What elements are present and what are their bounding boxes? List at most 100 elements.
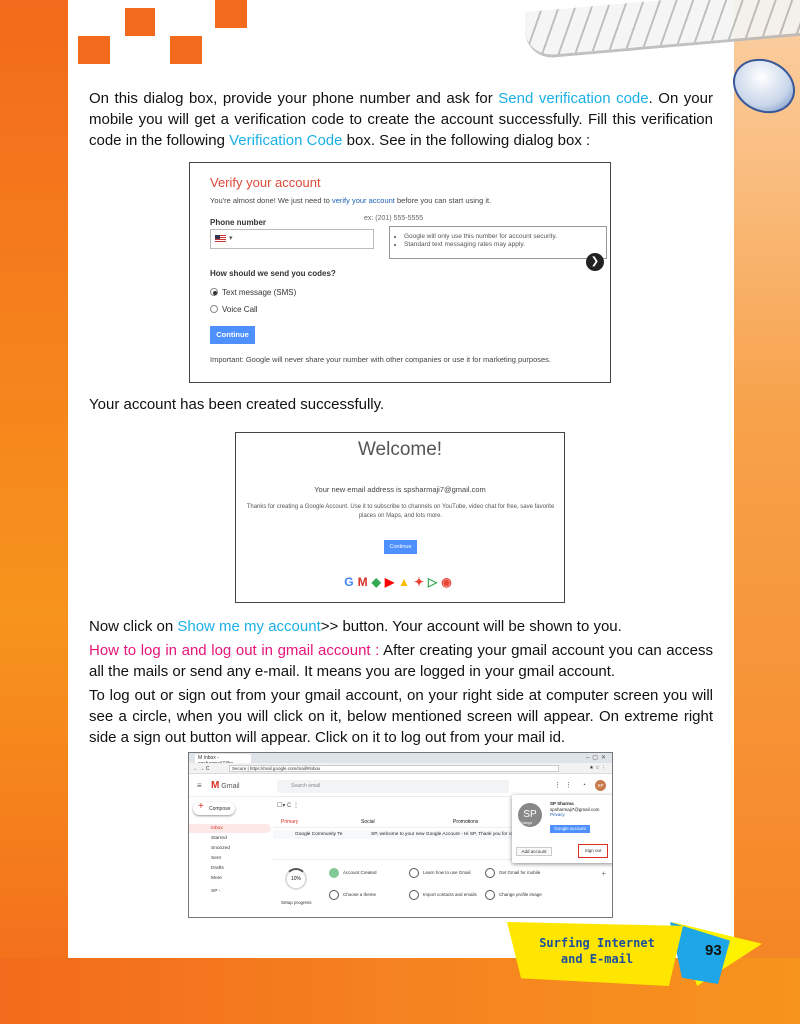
window-controls[interactable]: –▢✕: [586, 754, 609, 761]
show-account-paragraph: Now click on Show me my account>> button…: [89, 616, 713, 637]
phone-tooltip: Google will only use this number for acc…: [389, 226, 607, 259]
tab-primary[interactable]: Primary: [281, 819, 298, 825]
gmail-logo[interactable]: M Gmail: [211, 780, 240, 791]
chapter-title: Surfing Internet and E-mail: [539, 936, 655, 966]
highlight-verification-code: Verification Code: [229, 132, 343, 149]
star-icon[interactable]: ★ ☆ ⋮: [589, 765, 606, 771]
add-account-button[interactable]: Add account: [516, 847, 552, 856]
text: Now click on: [89, 618, 178, 635]
contacts-icon: [409, 890, 419, 900]
tooltip-item: Standard text messaging rates may apply.: [404, 241, 606, 249]
google-icon: G: [344, 575, 358, 589]
gmail-icon: M: [357, 575, 372, 589]
page-number: 93: [705, 942, 722, 959]
setup-progress-label: Setup progress: [281, 900, 312, 905]
select-checkbox-icon[interactable]: ☐▾ C ⋮: [277, 802, 299, 809]
menu-icon[interactable]: ≡: [197, 781, 202, 790]
nav-inbox[interactable]: Inbox: [189, 824, 271, 833]
highlight-show-account: Show me my account: [177, 618, 321, 635]
google-account-button[interactable]: Google account: [550, 825, 590, 833]
verify-account-screenshot: Verify your account You're almost done! …: [189, 162, 611, 383]
setup-item[interactable]: Get Gmail for mobile: [485, 868, 540, 878]
continue-button[interactable]: Continue: [210, 326, 255, 344]
right-orange-border: [734, 0, 800, 1024]
setup-item[interactable]: Account Created: [329, 868, 377, 878]
url-input[interactable]: Secure | https://mail.google.com/mail/#i…: [229, 765, 559, 772]
text: >> button. Your account will be shown to…: [320, 618, 622, 635]
google-apps-icons: GM◆▶▲✦▷◉: [236, 575, 564, 589]
nav-sent[interactable]: Sent: [189, 854, 271, 863]
setup-progress-ring: 10%: [285, 868, 307, 890]
theme-icon: [329, 890, 339, 900]
radio-sms[interactable]: Text message (SMS): [210, 288, 296, 297]
nav-drafts[interactable]: Drafts: [189, 864, 271, 873]
account-created-text: Your account has been created successful…: [89, 396, 385, 413]
plus-icon[interactable]: +: [601, 869, 606, 878]
search-input[interactable]: Search email: [277, 780, 509, 793]
intro-paragraph: On this dialog box, provide your phone n…: [89, 88, 713, 151]
gmail-screenshot: M Inbox - spsharmaji7@g –▢✕ ← → C Secure…: [188, 752, 613, 918]
setup-panel: 10% Setup progress Account Created Learn…: [273, 859, 603, 917]
email-sender: Google Community Te: [295, 832, 343, 837]
user-chip[interactable]: SP -: [189, 887, 271, 896]
nav-snoozed[interactable]: Snoozed: [189, 844, 271, 853]
account-info: SP Sharma spsharmaji7@gmail.com Privacy: [550, 801, 600, 817]
tab-social[interactable]: Social: [361, 819, 375, 825]
chevron-down-icon[interactable]: ▾: [229, 234, 233, 242]
maps-icon: ◆: [371, 575, 385, 589]
avatar[interactable]: SP: [595, 780, 606, 791]
youtube-icon: ▶: [384, 575, 399, 589]
welcome-body: Thanks for creating a Google Account. Us…: [246, 504, 555, 519]
text: box. See in the following dialog box :: [342, 132, 591, 149]
account-popup: SP Change SP Sharma spsharmaji7@gmail.co…: [512, 795, 612, 863]
tab-promotions[interactable]: Promotions: [453, 819, 478, 825]
browser-tab[interactable]: M Inbox - spsharmaji7@g: [195, 754, 251, 767]
login-logout-heading: How to log in and log out in gmail accou…: [89, 642, 380, 659]
verify-link[interactable]: verify your account: [332, 196, 395, 205]
verify-subtitle: You're almost done! We just need to veri…: [210, 196, 492, 205]
privacy-link[interactable]: Privacy: [550, 812, 565, 817]
us-flag-icon[interactable]: [215, 235, 226, 243]
radio-unchecked-icon[interactable]: [210, 305, 218, 313]
apps-icon[interactable]: ⋮⋮ ◔: [554, 781, 590, 789]
highlight-send-code: Send verification code: [498, 90, 649, 107]
setup-item[interactable]: Learn how to use Gmail: [409, 868, 471, 878]
email-subject: SP, welcome to your new Google Account -…: [371, 832, 520, 837]
phone-number-label: Phone number: [210, 218, 267, 227]
check-icon: [329, 868, 339, 878]
text: On this dialog box, provide your phone n…: [89, 90, 499, 107]
radio-checked-icon[interactable]: [210, 288, 218, 296]
privacy-note: Important: Google will never share your …: [210, 355, 551, 364]
setup-item[interactable]: Change profile image: [485, 890, 542, 900]
radio-voice-call[interactable]: Voice Call: [210, 305, 258, 314]
play-icon: ▷: [428, 575, 442, 589]
setup-item[interactable]: Import contacts and emails: [409, 890, 477, 900]
nav-starred[interactable]: Starred: [189, 834, 271, 843]
phone-hint: ex: (201) 555-5555: [364, 215, 424, 222]
welcome-title: Welcome!: [357, 439, 443, 460]
change-photo-link[interactable]: Change: [520, 821, 532, 825]
address-bar: ← → C Secure | https://mail.google.com/m…: [189, 763, 612, 774]
send-codes-label: How should we send you codes?: [210, 269, 336, 278]
phone-icon: [485, 868, 495, 878]
signout-instructions: To log out or sign out from your gmail a…: [89, 687, 713, 746]
nav-more[interactable]: More: [189, 874, 271, 883]
decor-square: [125, 8, 155, 36]
nav-arrows-icon[interactable]: ← → C: [193, 766, 209, 772]
compose-button[interactable]: Compose: [193, 801, 235, 815]
welcome-continue-button[interactable]: Continue: [384, 540, 417, 554]
login-logout-paragraph: How to log in and log out in gmail accou…: [89, 640, 713, 682]
decor-square: [78, 36, 110, 64]
browser-titlebar: M Inbox - spsharmaji7@g –▢✕: [189, 753, 612, 767]
phone-number-input[interactable]: ▾: [210, 229, 374, 249]
gmail-header: ≡ M Gmail Search email ⋮⋮ ◔ SP: [189, 775, 612, 797]
setup-item[interactable]: Choose a theme: [329, 890, 376, 900]
arrow-right-icon[interactable]: ❯: [586, 253, 604, 271]
verify-title: Verify your account: [210, 175, 321, 190]
decor-square: [215, 0, 247, 28]
profile-icon: [485, 890, 495, 900]
photos-icon: ✦: [413, 575, 429, 589]
new-email-text: Your new email address is spsharmaji7@gm…: [314, 485, 486, 494]
sign-out-button[interactable]: Sign out: [578, 844, 608, 858]
decor-square: [170, 36, 202, 64]
